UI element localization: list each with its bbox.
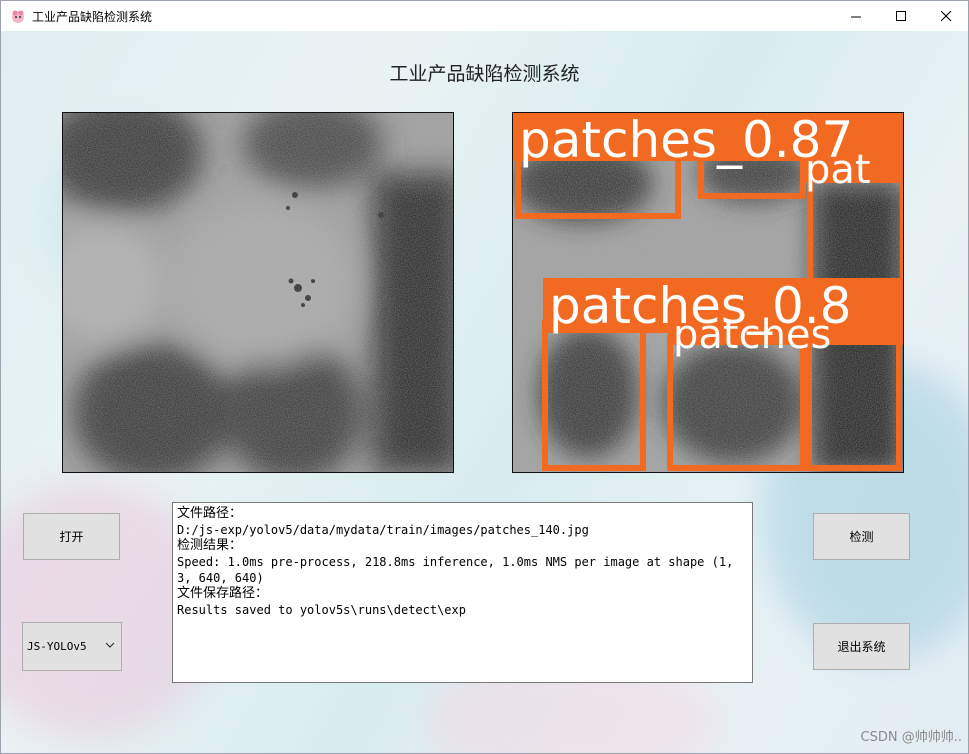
save-path-value: Results saved to yolov5s\runs\detect\exp	[177, 603, 466, 617]
open-button[interactable]: 打开	[23, 513, 120, 560]
page-title: 工业产品缺陷检测系统	[389, 63, 580, 85]
file-path-label: 文件路径：	[177, 506, 243, 521]
maximize-button[interactable]	[878, 1, 924, 31]
result-textbox[interactable]: 文件路径： D:/js-exp/yolov5/data/mydata/train/…	[172, 502, 753, 683]
detection-label: pat	[805, 147, 871, 193]
window-title: 工业产品缺陷检测系统	[32, 9, 153, 24]
watermark: CSDN @帅帅帅..	[860, 730, 962, 745]
detection-label: patches_0.87	[519, 113, 853, 169]
file-path-value: D:/js-exp/yolov5/data/mydata/train/image…	[177, 523, 589, 537]
minimize-button[interactable]	[833, 1, 879, 31]
result-value: Speed: 1.0ms pre-process, 218.8ms infere…	[177, 555, 741, 585]
result-label: 检测结果：	[177, 538, 243, 553]
model-select[interactable]: JS-YOLOv5	[22, 622, 122, 671]
detection-label: patches	[673, 312, 831, 358]
title-bar: 工业产品缺陷检测系统	[1, 1, 968, 31]
output-image: patches_0.87 pat patches_0.8 patches	[512, 112, 904, 473]
detect-button[interactable]: 检测	[813, 513, 910, 560]
app-window: 工业产品缺陷检测系统 工业产品缺陷检测系统 patches_0.87 pat p…	[0, 0, 969, 754]
chevron-down-icon	[105, 642, 115, 648]
minimize-icon	[850, 16, 861, 17]
exit-button[interactable]: 退出系统	[813, 623, 910, 670]
app-icon	[12, 10, 24, 23]
model-select-value: JS-YOLOv5	[27, 640, 87, 653]
grayscale-defect-image	[63, 113, 453, 472]
input-image	[62, 112, 454, 473]
close-icon	[940, 10, 951, 21]
maximize-icon	[895, 10, 906, 21]
close-button[interactable]	[923, 1, 968, 31]
detection-result-image: patches_0.87 pat patches_0.8 patches	[513, 113, 903, 472]
save-path-label: 文件保存路径：	[177, 586, 269, 601]
